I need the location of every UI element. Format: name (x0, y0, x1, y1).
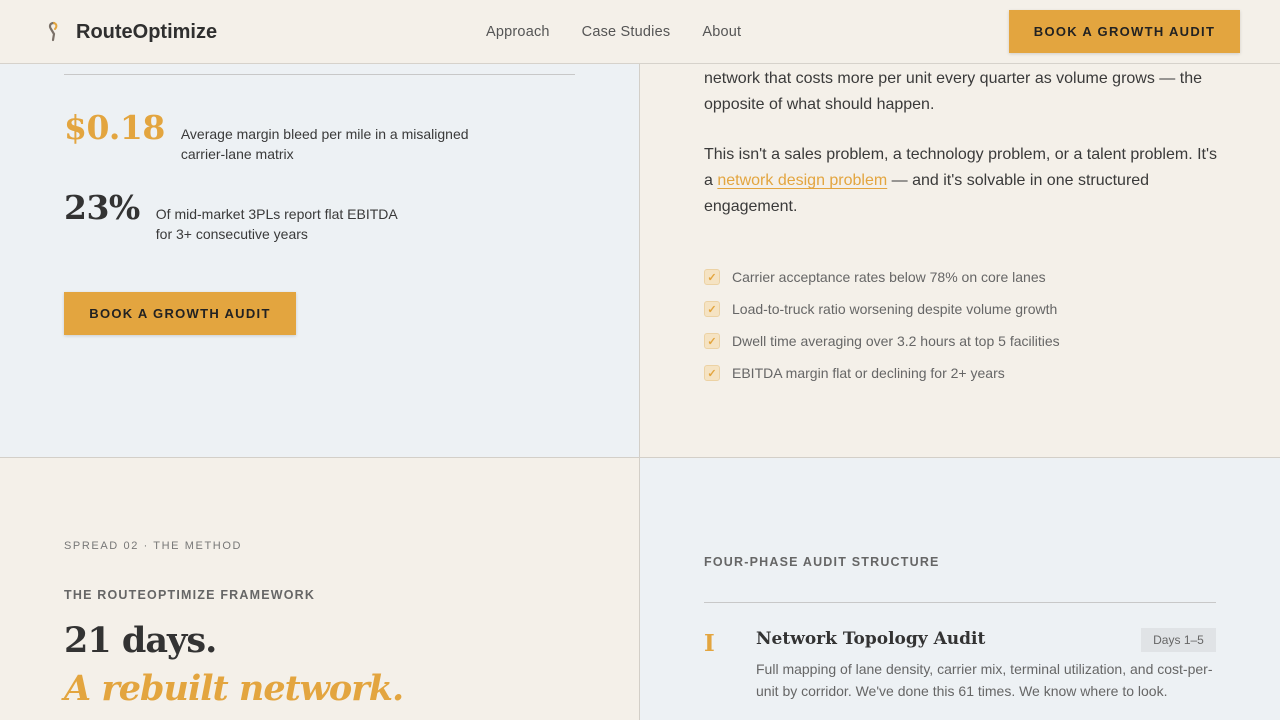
diagnosis-paragraph: This isn't a sales problem, a technology… (704, 142, 1224, 220)
method-headline: 21 days. (64, 620, 217, 661)
horizontal-divider (0, 457, 1280, 458)
route-pin-icon (48, 21, 58, 42)
divider (64, 74, 575, 75)
vertical-divider (639, 64, 640, 720)
checkmark-icon: ✓ (704, 365, 720, 381)
stat-flat-ebitda: 23% Of mid-market 3PLs report flat EBITD… (64, 188, 416, 244)
stat-description: Of mid-market 3PLs report flat EBITDA fo… (155, 206, 397, 242)
checkmark-icon: ✓ (704, 301, 720, 317)
header-book-audit-button[interactable]: BOOK A GROWTH AUDIT (1009, 10, 1240, 53)
checklist-text: EBITDA margin flat or declining for 2+ y… (732, 365, 1005, 381)
framework-label: THE ROUTEOPTIMIZE FRAMEWORK (64, 588, 316, 602)
problem-panel: network that costs more per unit every q… (640, 64, 1280, 458)
logo[interactable]: RouteOptimize (46, 19, 217, 45)
checkmark-icon: ✓ (704, 333, 720, 349)
book-audit-button[interactable]: BOOK A GROWTH AUDIT (64, 292, 296, 335)
main-nav: Approach Case Studies About (486, 24, 773, 40)
nav-case-studies[interactable]: Case Studies (582, 24, 671, 40)
nav-about[interactable]: About (702, 24, 741, 40)
stat-margin-bleed: $0.18 Average margin bleed per mile in a… (64, 108, 481, 164)
symptom-checklist: ✓ Carrier acceptance rates below 78% on c… (704, 261, 1060, 389)
stat-value: 23% (64, 188, 140, 227)
method-headline-accent: A rebuilt network. (64, 668, 404, 709)
network-design-link[interactable]: network design problem (717, 172, 887, 189)
stat-description: Average margin bleed per mile in a misal… (180, 126, 469, 162)
phase-numeral: I (704, 630, 715, 657)
stat-value: $0.18 (64, 108, 165, 147)
checklist-text: Load-to-truck ratio worsening despite vo… (732, 301, 1058, 317)
checklist-item: ✓ Carrier acceptance rates below 78% on c… (704, 261, 1060, 293)
divider (704, 602, 1216, 603)
checklist-text: Dwell time averaging over 3.2 hours at t… (732, 333, 1060, 349)
checklist-item: ✓ Dwell time averaging over 3.2 hours at … (704, 325, 1060, 357)
phase-description: Full mapping of lane density, carrier mi… (756, 661, 1213, 699)
checklist-text: Carrier acceptance rates below 78% on co… (732, 269, 1046, 285)
nav-approach[interactable]: Approach (486, 24, 550, 40)
brand-name: RouteOptimize (76, 20, 218, 43)
audit-structure-panel: FOUR-PHASE AUDIT STRUCTURE I Network Top… (640, 458, 1280, 720)
checklist-item: ✓ Load-to-truck ratio worsening despite v… (704, 293, 1060, 325)
problem-paragraph: network that costs more per unit every q… (704, 70, 1202, 113)
phase-duration-badge: Days 1–5 (1141, 628, 1216, 652)
section-eyebrow: SPREAD 02 · THE METHOD (64, 540, 243, 552)
method-intro-panel: SPREAD 02 · THE METHOD THE ROUTEOPTIMIZE… (0, 458, 640, 720)
checklist-item: ✓ EBITDA margin flat or declining for 2+ … (704, 357, 1060, 389)
site-header: RouteOptimize Approach Case Studies Abou… (0, 0, 1280, 64)
stats-panel: $0.18 Average margin bleed per mile in a… (0, 64, 640, 458)
structure-label: FOUR-PHASE AUDIT STRUCTURE (704, 555, 940, 569)
phase-title: Network Topology Audit (756, 629, 986, 649)
checkmark-icon: ✓ (704, 269, 720, 285)
